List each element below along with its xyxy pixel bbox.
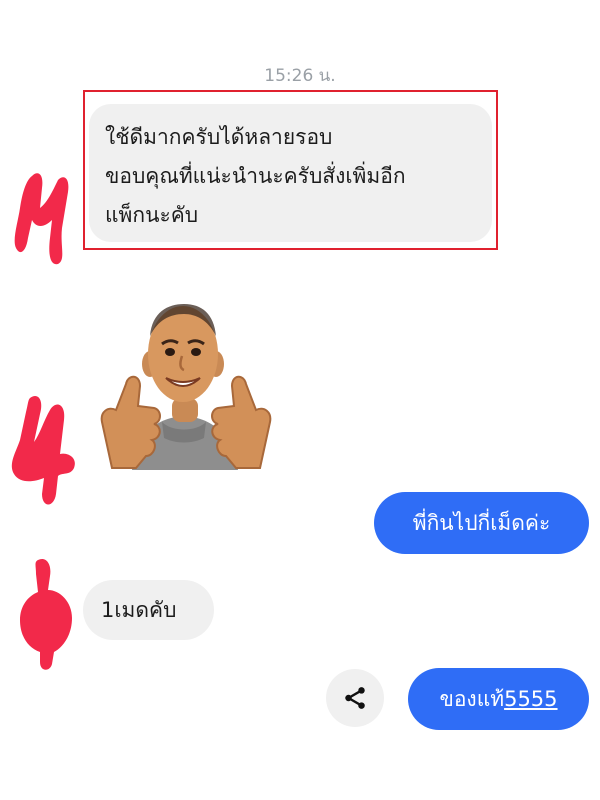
incoming-message-bubble[interactable]: 1เมดคับ (83, 580, 214, 640)
thumbs-up-man-sticker[interactable] (92, 298, 277, 470)
redaction-scribble (20, 558, 72, 670)
outgoing-message-bubble[interactable]: พี่กินไปกี่เม็ดค่ะ (374, 492, 589, 554)
redaction-scribble (11, 395, 75, 505)
message-timestamp: 15:26 น. (264, 66, 336, 86)
share-icon (345, 687, 365, 709)
message-text-line: ใช้ดีมากครับได้หลายรอบ (105, 125, 333, 149)
share-button[interactable] (326, 669, 384, 727)
outgoing-message-bubble[interactable]: ของแท้5555 (408, 668, 589, 730)
message-link[interactable]: 5555 (504, 687, 557, 711)
message-text-line: แพ็กนะคับ (105, 203, 199, 227)
message-text: ของแท้ (439, 687, 505, 711)
redaction-scribble (14, 173, 69, 265)
message-text-line: ขอบคุณที่แน่ะนำนะครับสั่งเพิ่มอีก (105, 164, 406, 188)
incoming-message-bubble[interactable]: ใช้ดีมากครับได้หลายรอบ ขอบคุณที่แน่ะนำนะ… (89, 104, 492, 242)
